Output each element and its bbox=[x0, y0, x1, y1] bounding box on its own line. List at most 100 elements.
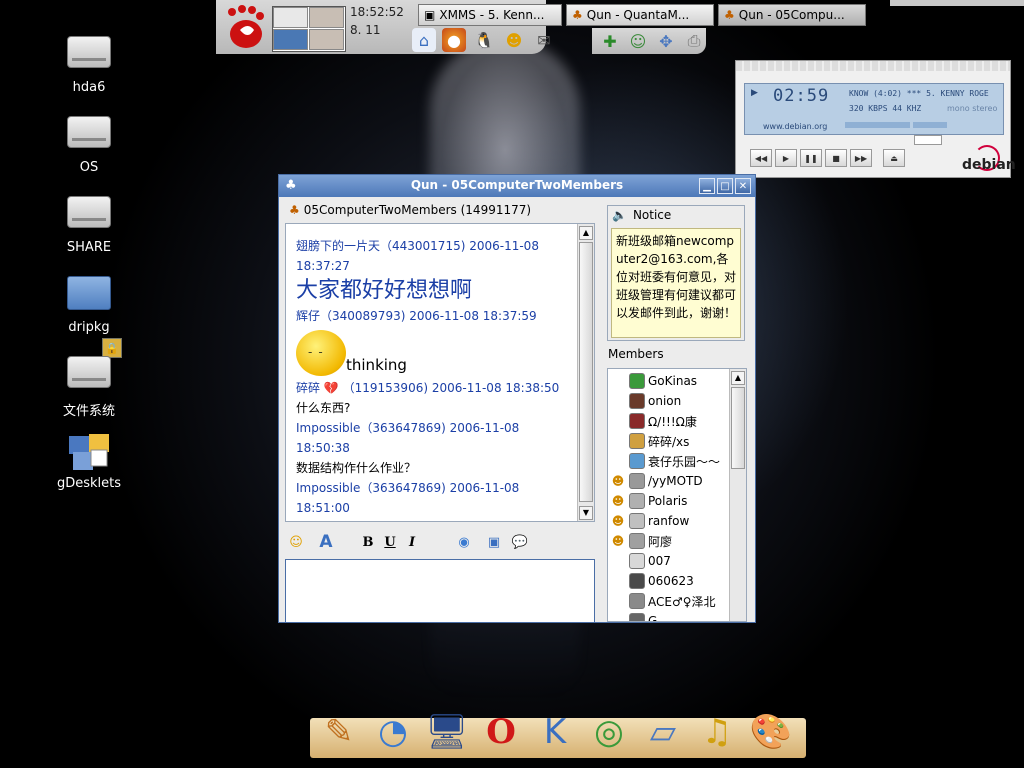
pause-icon[interactable]: ❚❚ bbox=[800, 149, 822, 167]
member-item[interactable]: ☻ Polaris bbox=[610, 491, 687, 511]
window-titlebar[interactable]: ♣ Qun - 05ComputerTwoMembers ▁ □ ✕ bbox=[279, 175, 755, 197]
member-item[interactable]: ☻ 阿廖 bbox=[610, 531, 672, 551]
message-text: 大家都好好想想啊 bbox=[296, 278, 473, 303]
member-item[interactable]: ☻ ranfow bbox=[610, 511, 689, 531]
color-icon[interactable]: ◉ bbox=[453, 532, 475, 552]
mode-mono: mono bbox=[947, 104, 970, 113]
member-item[interactable]: 007 bbox=[610, 551, 671, 571]
group-header: ♣ 05ComputerTwoMembers (14991177) bbox=[289, 203, 531, 217]
seek-slider[interactable] bbox=[914, 135, 942, 145]
desktop-icon-share[interactable]: SHARE bbox=[44, 192, 134, 255]
member-item[interactable]: GoKinas bbox=[610, 371, 697, 391]
volume-slider[interactable] bbox=[845, 122, 910, 128]
status-placeholder bbox=[610, 453, 626, 469]
mail-icon[interactable]: ✉ bbox=[532, 28, 556, 52]
italic-icon[interactable]: I bbox=[401, 532, 423, 552]
monitor-icon[interactable]: 🖥 bbox=[422, 706, 472, 758]
maximize-button[interactable]: □ bbox=[717, 178, 733, 194]
close-button[interactable]: ✕ bbox=[735, 178, 751, 194]
stop-icon[interactable]: ■ bbox=[825, 149, 847, 167]
member-item[interactable]: Ω/!!!Ω康 bbox=[610, 411, 697, 431]
chat-bubble-icon[interactable]: 💬 bbox=[509, 532, 531, 552]
desktop-icon-label: OS bbox=[79, 160, 99, 175]
task-label: Qun - 05Compu... bbox=[738, 8, 845, 22]
member-item[interactable]: ☻ /yyMOTD bbox=[610, 471, 703, 491]
add-contact-icon[interactable]: ✚ bbox=[598, 29, 622, 53]
message-sender: Impossible（363647869) 2006-11-08 18:51:0… bbox=[296, 481, 520, 515]
text-editor-icon[interactable]: ✎ bbox=[314, 706, 364, 758]
workspace-3[interactable] bbox=[273, 29, 308, 50]
notice-text: 新班级邮箱newcomputer2@163.com,各位对班委有何意见，对班级管… bbox=[611, 228, 741, 338]
quick-launch: ⌂ ● 🐧 ☻ ✉ bbox=[412, 28, 556, 52]
user-icon[interactable]: ☻ bbox=[502, 28, 526, 52]
underline-icon[interactable]: U bbox=[379, 532, 401, 552]
font-icon[interactable]: A bbox=[315, 532, 337, 552]
online-user-icon: ☻ bbox=[611, 474, 625, 488]
member-item[interactable]: 碎碎/xs bbox=[610, 431, 689, 451]
contact-icon[interactable]: ☺ bbox=[626, 29, 650, 53]
paint-palette-icon[interactable]: 🎨 bbox=[746, 706, 796, 758]
workspace-pager[interactable] bbox=[272, 6, 346, 52]
printer-icon[interactable]: ⎙ bbox=[682, 29, 706, 53]
message-input[interactable] bbox=[285, 559, 595, 623]
opera-icon[interactable]: O bbox=[476, 706, 526, 758]
members-list[interactable]: ▲ GoKinas onion Ω/!!!Ω康 碎碎/xs 衰仔乐园～～ ☻ /yyMOTD… bbox=[607, 368, 747, 622]
media-player-icon[interactable]: ◎ bbox=[584, 706, 634, 758]
task-qun-05computer[interactable]: ♣ Qun - 05Compu... bbox=[718, 4, 866, 26]
members-scrollbar[interactable]: ▲ bbox=[729, 369, 746, 621]
qun-chat-window: ♣ Qun - 05ComputerTwoMembers ▁ □ ✕ ♣ 05C… bbox=[278, 174, 756, 623]
gnome-foot-icon[interactable] bbox=[222, 4, 266, 50]
message-sender: Impossible（363647869) 2006-11-08 18:50:3… bbox=[296, 421, 520, 455]
puzzle-icon[interactable]: ✥ bbox=[654, 29, 678, 53]
task-qun-quanta[interactable]: ♣ Qun - QuantaM... bbox=[566, 4, 714, 26]
desktop-icon-hda6[interactable]: hda6 bbox=[44, 32, 134, 95]
desktop-icon-dripkg[interactable]: dripkg bbox=[44, 272, 134, 335]
status-placeholder bbox=[610, 553, 626, 569]
avatar bbox=[629, 373, 645, 389]
online-user-icon: ☻ bbox=[611, 494, 625, 508]
home-icon[interactable]: ⌂ bbox=[412, 28, 436, 52]
workspace-4[interactable] bbox=[309, 29, 344, 50]
xmms-player[interactable]: ▶ 02:59 KNOW (4:02) *** 5. KENNY ROGE 32… bbox=[735, 60, 1016, 178]
member-item[interactable]: ACE♂♀泽北 bbox=[610, 591, 716, 611]
member-name: ACE♂♀泽北 bbox=[648, 594, 716, 609]
image-viewer-icon[interactable]: ▱ bbox=[638, 706, 688, 758]
member-item[interactable]: G... bbox=[610, 611, 669, 621]
member-item[interactable]: onion bbox=[610, 391, 681, 411]
balance-slider[interactable] bbox=[913, 122, 947, 128]
member-item[interactable]: 060623 bbox=[610, 571, 694, 591]
kde-icon[interactable]: K bbox=[530, 706, 580, 758]
bold-icon[interactable]: B bbox=[357, 532, 379, 552]
scroll-down-arrow-icon[interactable]: ▼ bbox=[579, 506, 593, 520]
scroll-up-arrow-icon[interactable]: ▲ bbox=[579, 226, 593, 240]
task-xmms[interactable]: ▣ XMMS - 5. Kenn... bbox=[418, 4, 562, 26]
scroll-up-arrow-icon[interactable]: ▲ bbox=[731, 371, 745, 385]
play-icon[interactable]: ▶ bbox=[775, 149, 797, 167]
previous-icon[interactable]: ◀◀ bbox=[750, 149, 772, 167]
smiley-icon[interactable]: ☺ bbox=[285, 532, 307, 552]
desktop-icon-gdesklets[interactable]: gDesklets bbox=[44, 432, 134, 491]
panel-clock[interactable]: 18:52:52 8. 11 bbox=[350, 3, 404, 39]
status-placeholder bbox=[610, 393, 626, 409]
scroll-thumb[interactable] bbox=[579, 242, 593, 502]
workspace-1[interactable] bbox=[273, 7, 308, 28]
eject-icon[interactable]: ⏏ bbox=[883, 149, 905, 167]
screenshot-icon[interactable]: ▣ bbox=[483, 532, 505, 552]
next-icon[interactable]: ▶▶ bbox=[850, 149, 872, 167]
chat-scrollbar[interactable]: ▲ ▼ bbox=[577, 224, 594, 521]
message-text: 数据结构作什么作业？ bbox=[296, 461, 417, 475]
fish-browser-icon[interactable]: ◔ bbox=[368, 706, 418, 758]
xmms-titlebar[interactable] bbox=[736, 61, 1010, 71]
desktop-icon-os[interactable]: OS bbox=[44, 112, 134, 175]
music-note-icon[interactable]: ♫ bbox=[692, 706, 742, 758]
scroll-thumb[interactable] bbox=[731, 387, 745, 469]
member-item[interactable]: 衰仔乐园～～ bbox=[610, 451, 720, 471]
desktop-icon-filesystem[interactable]: 文件系统 bbox=[44, 352, 134, 419]
firefox-icon[interactable]: ● bbox=[442, 28, 466, 52]
avatar bbox=[629, 553, 645, 569]
broken-heart-icon: 💔 bbox=[323, 381, 339, 395]
qq-penguin-icon[interactable]: 🐧 bbox=[472, 28, 496, 52]
minimize-button[interactable]: ▁ bbox=[699, 178, 715, 194]
workspace-2[interactable] bbox=[309, 7, 344, 28]
chat-log[interactable]: 翅膀下的一片天（443001715) 2006-11-08 18:37:27 大… bbox=[285, 223, 595, 522]
